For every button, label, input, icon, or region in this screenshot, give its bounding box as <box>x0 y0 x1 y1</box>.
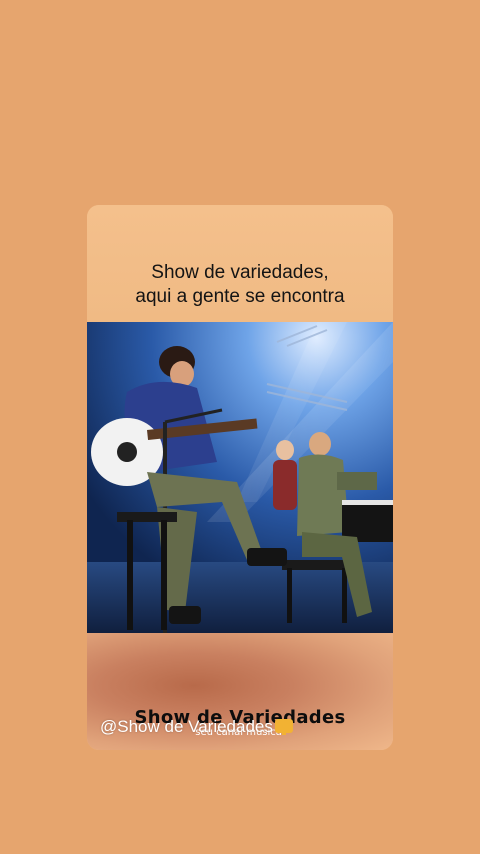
caption-line-1: Show de variedades, <box>151 262 329 283</box>
screen: Show de variedades, aqui a gente se enco… <box>0 0 480 854</box>
creator-handle[interactable]: @Show de Variedades <box>100 717 293 737</box>
handle-text: @Show de Variedades <box>100 717 273 736</box>
concert-stage-image <box>87 322 393 633</box>
post-card[interactable]: Show de variedades, aqui a gente se enco… <box>87 205 393 750</box>
caption-line-2: aqui a gente se encontra <box>135 286 345 307</box>
speech-bubble-icon <box>274 719 293 735</box>
concert-photo[interactable] <box>87 322 393 633</box>
card-header: Show de variedades, aqui a gente se enco… <box>87 205 393 322</box>
caption-title: Show de variedades, aqui a gente se enco… <box>87 261 393 309</box>
